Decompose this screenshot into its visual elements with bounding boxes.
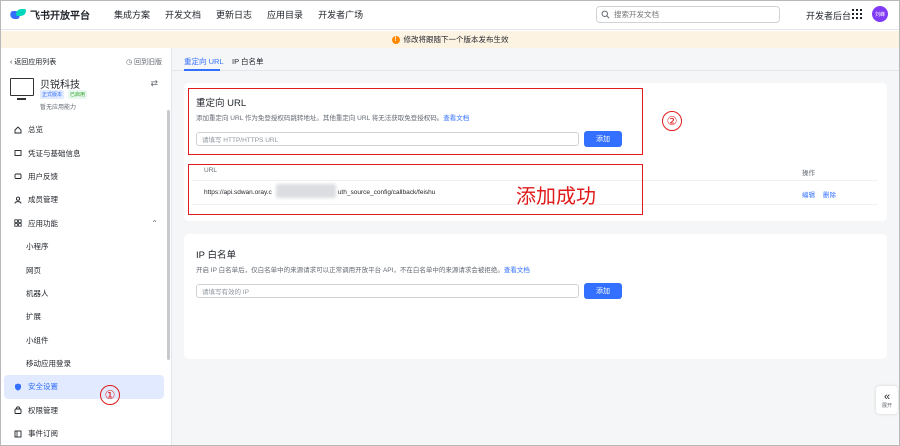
sidebar-item-bot[interactable]: 机器人 bbox=[0, 282, 168, 305]
no-capability-text: 暂无应用能力 bbox=[40, 105, 77, 111]
sidebar-item-permissions[interactable]: 权限管理 bbox=[0, 399, 168, 422]
sidebar-item-label: 用户反馈 bbox=[28, 171, 58, 181]
nav-item-app-directory[interactable]: 应用目录 bbox=[267, 8, 303, 21]
switch-app-icon[interactable]: ⇄ bbox=[150, 78, 158, 89]
sidebar-item-mobile-login[interactable]: 移动应用登录 bbox=[0, 352, 168, 375]
permission-icon bbox=[14, 406, 22, 415]
sidebar-item-security[interactable]: 安全设置 bbox=[4, 375, 164, 399]
app-name: 贝锐科技 bbox=[40, 80, 80, 91]
sidebar: ‹ 返回应用列表 ◷ 回到旧版 贝锐科技 ⇄ 正式版本 已启用 暂无应用能力 总… bbox=[0, 48, 172, 446]
notice-banner: ! 修改将跟随下一个版本发布生效 bbox=[0, 31, 900, 48]
expand-label: 展开 bbox=[881, 402, 892, 409]
sidebar-item-label: 总览 bbox=[28, 125, 43, 135]
back-label: 返回应用列表 bbox=[14, 59, 57, 66]
old-version-link[interactable]: ◷ 回到旧版 bbox=[126, 57, 162, 67]
sidebar-item-label: 权限管理 bbox=[28, 405, 58, 415]
sidebar-item-label: 移动应用登录 bbox=[26, 359, 71, 369]
column-header-action: 操作 bbox=[802, 170, 815, 177]
sidebar-item-mini-program[interactable]: 小程序 bbox=[0, 235, 168, 258]
logo-text: 飞书开放平台 bbox=[30, 11, 90, 22]
sidebar-item-overview[interactable]: 总览 bbox=[0, 118, 168, 141]
add-ip-button[interactable]: 添加 bbox=[584, 283, 622, 299]
ip-whitelist-desc: 开启 IP 白名单后，仅白名单中的来源请求可以正常调用开放平台 API，不在白名… bbox=[196, 264, 530, 274]
sidebar-header: ‹ 返回应用列表 ◷ 回到旧版 bbox=[10, 57, 162, 67]
annotation-circle-1: ① bbox=[100, 385, 120, 405]
sidebar-item-label: 事件订阅 bbox=[28, 429, 58, 439]
nav-item-solutions[interactable]: 集成方案 bbox=[114, 8, 150, 21]
sidebar-scrollbar[interactable] bbox=[167, 110, 170, 360]
logo[interactable]: 飞书开放平台 bbox=[8, 7, 90, 22]
sidebar-item-label: 小组件 bbox=[26, 335, 49, 345]
app-grid-icon[interactable] bbox=[852, 9, 862, 19]
edit-link[interactable]: 编辑 bbox=[802, 189, 815, 199]
nav-item-docs[interactable]: 开发文档 bbox=[165, 8, 201, 21]
features-icon bbox=[14, 219, 22, 227]
top-nav: 飞书开放平台 集成方案 开发文档 更新日志 应用目录 开发者广场 开发者后台 刘… bbox=[0, 0, 900, 30]
history-icon: ◷ bbox=[125, 59, 134, 66]
tab-ip-whitelist[interactable]: IP 白名单 bbox=[232, 56, 264, 67]
sidebar-item-members[interactable]: 成员管理 bbox=[0, 188, 168, 211]
back-to-app-list-link[interactable]: ‹ 返回应用列表 bbox=[10, 57, 56, 67]
nav-item-dev-plaza[interactable]: 开发者广场 bbox=[318, 8, 363, 21]
ip-input[interactable]: 请填写有效的 IP bbox=[196, 284, 579, 298]
delete-link[interactable]: 删除 bbox=[823, 189, 836, 199]
sidebar-item-label: 扩展 bbox=[26, 312, 41, 322]
event-icon bbox=[14, 430, 22, 438]
search-icon bbox=[601, 10, 610, 19]
avatar[interactable]: 刘峰 bbox=[872, 6, 888, 22]
sidebar-item-label: 小程序 bbox=[26, 242, 49, 252]
nav-menu: 集成方案 开发文档 更新日志 应用目录 开发者广场 bbox=[114, 8, 378, 21]
warning-icon: ! bbox=[391, 35, 400, 44]
sidebar-item-label: 安全设置 bbox=[28, 382, 58, 392]
user-icon bbox=[14, 196, 22, 204]
expand-button[interactable]: « 展开 bbox=[876, 386, 898, 414]
sidebar-item-label: 机器人 bbox=[26, 288, 49, 298]
sidebar-menu: 总览 凭证与基础信息 用户反馈 成员管理 应用功能 ⌃ 小程序 网页 机器人 扩展… bbox=[0, 118, 168, 445]
ip-doc-link[interactable]: 查看文档 bbox=[504, 267, 530, 274]
annotation-success-text: 添加成功 bbox=[516, 184, 596, 208]
sidebar-item-extension[interactable]: 扩展 bbox=[0, 305, 168, 328]
feedback-icon bbox=[14, 172, 22, 180]
banner-text: 修改将跟随下一个版本发布生效 bbox=[403, 35, 509, 44]
tab-redirect-url[interactable]: 重定向 URL bbox=[184, 56, 224, 67]
active-tab-indicator bbox=[184, 69, 220, 71]
sidebar-item-label: 网页 bbox=[26, 265, 41, 275]
sidebar-item-label: 应用功能 bbox=[28, 218, 58, 228]
double-chevron-left-icon: « bbox=[883, 390, 891, 403]
annotation-circle-2: ② bbox=[662, 111, 682, 131]
ip-desc-text: 开启 IP 白名单后，仅白名单中的来源请求可以正常调用开放平台 API，不在白名… bbox=[196, 267, 504, 274]
sidebar-item-credentials[interactable]: 凭证与基础信息 bbox=[0, 141, 168, 164]
ip-whitelist-card: IP 白名单 开启 IP 白名单后，仅白名单中的来源请求可以正常调用开放平台 A… bbox=[184, 234, 887, 359]
status-badge-enabled: 已启用 bbox=[68, 90, 88, 99]
search-box[interactable] bbox=[596, 6, 780, 23]
sidebar-item-feedback[interactable]: 用户反馈 bbox=[0, 165, 168, 188]
search-input[interactable] bbox=[614, 10, 774, 19]
sidebar-item-label: 成员管理 bbox=[28, 195, 58, 205]
sidebar-item-label: 凭证与基础信息 bbox=[28, 148, 81, 158]
feishu-logo-icon bbox=[8, 8, 26, 21]
ip-whitelist-title: IP 白名单 bbox=[196, 250, 236, 261]
tab-bar: 重定向 URL IP 白名单 bbox=[172, 48, 900, 71]
sidebar-item-events[interactable]: 事件订阅 bbox=[0, 422, 168, 445]
shield-icon bbox=[14, 383, 22, 391]
chevron-up-icon: ⌃ bbox=[151, 218, 158, 228]
nav-item-changelog[interactable]: 更新日志 bbox=[216, 8, 252, 21]
status-badge-official: 正式版本 bbox=[40, 90, 65, 99]
developer-console-link[interactable]: 开发者后台 bbox=[806, 9, 851, 22]
sidebar-item-app-features[interactable]: 应用功能 ⌃ bbox=[0, 212, 168, 235]
home-icon bbox=[14, 126, 22, 134]
credential-icon bbox=[14, 149, 22, 157]
app-card: 贝锐科技 ⇄ 正式版本 已启用 暂无应用能力 bbox=[10, 76, 160, 112]
sidebar-item-widget[interactable]: 小组件 bbox=[0, 329, 168, 352]
monitor-icon bbox=[10, 78, 34, 100]
sidebar-item-web[interactable]: 网页 bbox=[0, 258, 168, 281]
old-version-label: 回到旧版 bbox=[134, 59, 162, 66]
annotation-box-input bbox=[188, 88, 643, 155]
